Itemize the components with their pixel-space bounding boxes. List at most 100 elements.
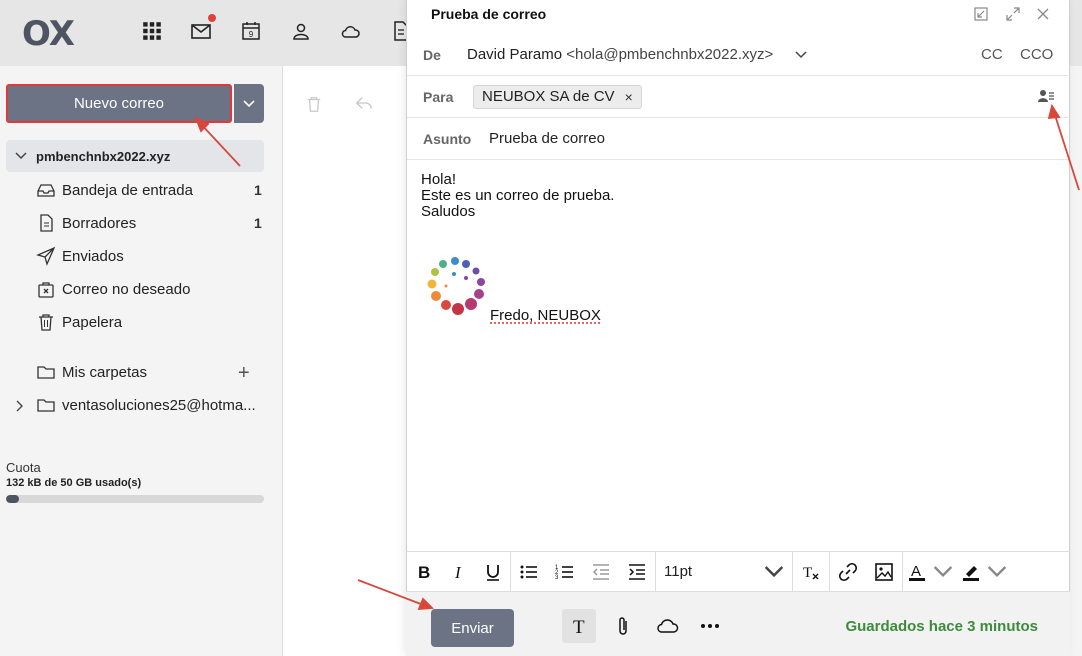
ox-logo[interactable]: OX xyxy=(22,14,75,54)
chevron-down-icon[interactable] xyxy=(795,46,807,64)
new-mail-dropdown[interactable] xyxy=(234,84,264,123)
quota-label: Cuota xyxy=(6,460,41,475)
folder-drafts[interactable]: Borradores 1 xyxy=(0,208,270,238)
from-email: <hola@pmbenchnbx2022.xyz> xyxy=(566,46,774,63)
subject-row: Asunto Prueba de correo xyxy=(407,118,1071,160)
address-book-icon[interactable] xyxy=(1037,88,1055,109)
bcc-button[interactable]: CCO xyxy=(1020,46,1053,63)
quota-progress-fill xyxy=(6,495,19,503)
inbox-icon xyxy=(34,178,58,202)
compose-footer: Enviar T Guardados hace 3 minutos xyxy=(406,592,1070,656)
body-line: Este es un correo de prueba. xyxy=(421,187,615,204)
drive-attach-cloud-icon[interactable] xyxy=(650,609,684,643)
message-body[interactable]: Hola! Este es un correo de prueba. Salud… xyxy=(421,172,614,220)
mail-icon[interactable] xyxy=(188,14,216,44)
drive-cloud-icon[interactable] xyxy=(337,18,363,44)
formatting-toolbar: B I 123 11pt T A xyxy=(406,551,1070,592)
outdent-icon[interactable] xyxy=(583,552,619,592)
contacts-icon[interactable] xyxy=(288,18,314,44)
subject-label: Asunto xyxy=(423,130,472,147)
highlighter-icon xyxy=(963,565,979,581)
from-row: De David Paramo <hola@pmbenchnbx2022.xyz… xyxy=(407,34,1071,76)
font-size-select[interactable]: 11pt xyxy=(656,552,792,592)
folder-label: ventasoluciones25@hotma... xyxy=(62,396,256,414)
folder-label: Bandeja de entrada xyxy=(62,181,193,199)
unread-count: 1 xyxy=(254,182,262,198)
folder-inbox[interactable]: Bandeja de entrada 1 xyxy=(0,175,270,205)
body-line: Hola! xyxy=(421,171,457,188)
close-icon[interactable] xyxy=(1033,4,1053,24)
my-folders-section[interactable]: Mis carpetas xyxy=(0,357,270,387)
quota-progress-bar xyxy=(6,495,264,503)
folder-spam[interactable]: Correo no deseado xyxy=(0,274,270,304)
svg-text:B: B xyxy=(418,563,430,582)
underline-icon[interactable] xyxy=(476,552,510,592)
to-row: Para NEUBOX SA de CV × xyxy=(407,76,1071,118)
remove-recipient-icon[interactable]: × xyxy=(625,89,633,105)
mail-list-pane xyxy=(282,66,406,656)
folder-sent[interactable]: Enviados xyxy=(0,241,270,271)
numbered-list-icon[interactable]: 123 xyxy=(547,552,583,592)
svg-text:A: A xyxy=(911,563,921,580)
font-size-value: 11pt xyxy=(664,563,693,580)
cc-button[interactable]: CC xyxy=(981,46,1003,63)
italic-icon[interactable]: I xyxy=(442,552,476,592)
subject-input[interactable]: Prueba de correo xyxy=(489,130,605,147)
more-options-icon[interactable] xyxy=(693,609,727,643)
text-color-icon: A xyxy=(909,563,925,581)
svg-text:9: 9 xyxy=(249,30,254,39)
quota-value: 132 kB de 50 GB usado(s) xyxy=(6,477,142,489)
external-account-folder[interactable]: ventasoluciones25@hotma... xyxy=(0,390,270,420)
new-mail-button[interactable]: Nuevo correo xyxy=(6,84,232,123)
add-folder-button[interactable]: + xyxy=(238,362,250,385)
from-field[interactable]: David Paramo <hola@pmbenchnbx2022.xyz> xyxy=(467,46,773,63)
from-name: David Paramo xyxy=(467,46,563,63)
maximize-icon[interactable] xyxy=(1003,4,1023,24)
spam-icon xyxy=(34,277,58,301)
text-color-button[interactable]: A xyxy=(903,552,957,592)
bold-icon[interactable]: B xyxy=(406,552,442,592)
neubox-signature-logo xyxy=(427,257,485,315)
saved-status: Guardados hace 3 minutos xyxy=(845,618,1038,635)
reply-icon[interactable] xyxy=(355,94,373,117)
text-format-toggle-icon[interactable]: T xyxy=(562,609,596,643)
svg-text:T: T xyxy=(803,565,812,581)
bulleted-list-icon[interactable] xyxy=(511,552,547,592)
trash-icon xyxy=(34,310,58,334)
clear-formatting-icon[interactable]: T xyxy=(793,552,829,592)
chevron-down-icon xyxy=(243,99,255,107)
signature-text: Fredo, NEUBOX xyxy=(490,307,601,324)
unread-count: 1 xyxy=(254,215,262,231)
calendar-icon[interactable]: 9 xyxy=(238,18,264,44)
folder-label: Papelera xyxy=(62,313,123,331)
svg-text:T: T xyxy=(573,617,585,636)
indent-icon[interactable] xyxy=(619,552,655,592)
account-name: pmbenchnbx2022.xyz xyxy=(36,148,171,164)
attachment-icon[interactable] xyxy=(606,609,640,643)
to-label: Para xyxy=(423,88,454,105)
account-folder-tree[interactable]: pmbenchnbx2022.xyz xyxy=(6,140,264,172)
svg-text:I: I xyxy=(454,563,462,582)
recipient-chip[interactable]: NEUBOX SA de CV × xyxy=(473,84,642,109)
body-line: Saludos xyxy=(421,203,476,220)
folder-icon xyxy=(34,360,58,384)
chevron-down-icon[interactable] xyxy=(6,152,36,160)
folder-label: Borradores xyxy=(62,214,137,232)
insert-image-icon[interactable] xyxy=(866,552,902,592)
folder-icon xyxy=(34,393,58,417)
minimize-icon[interactable] xyxy=(971,4,991,24)
send-icon xyxy=(34,244,58,268)
send-button[interactable]: Enviar xyxy=(431,609,514,647)
insert-link-icon[interactable] xyxy=(830,552,866,592)
new-mail-button-group: Nuevo correo xyxy=(6,84,264,123)
chevron-down-icon xyxy=(933,565,953,577)
highlight-color-button[interactable] xyxy=(957,552,1011,592)
apps-grid-icon[interactable] xyxy=(139,18,165,44)
chevron-down-icon xyxy=(987,565,1007,577)
folder-label: Enviados xyxy=(62,247,124,265)
trash-icon[interactable] xyxy=(305,94,323,119)
from-label: De xyxy=(423,46,441,63)
svg-text:3: 3 xyxy=(555,575,559,581)
notification-dot xyxy=(208,14,216,22)
folder-trash[interactable]: Papelera xyxy=(0,307,270,337)
